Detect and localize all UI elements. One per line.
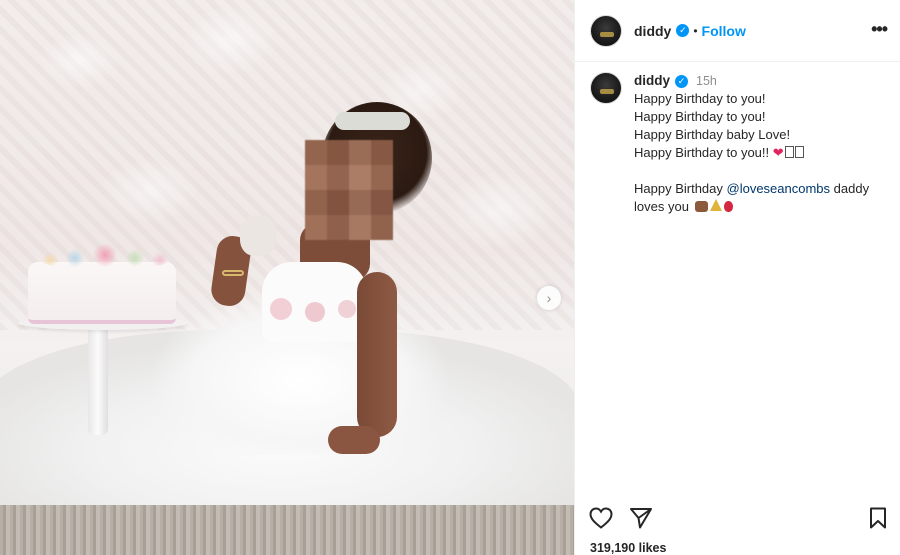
dress-flower [305,302,325,322]
caption-header: diddy ✓ 15h [634,72,869,90]
post-header: diddy ✓ • Follow ••• [575,0,900,62]
like-count[interactable]: 319,190 likes [590,541,666,555]
more-options-icon[interactable]: ••• [871,20,888,38]
child-hand [328,426,380,454]
author-username[interactable]: diddy [634,23,671,39]
mention-link[interactable]: @loveseancombs [727,181,831,196]
party-popper-emoji-icon [709,199,722,211]
headband [335,112,410,130]
caption-text: daddy [830,181,870,196]
caption-line: Happy Birthday baby Love! [634,127,791,142]
follow-button[interactable]: Follow [702,23,746,39]
blurred-face [305,140,393,240]
cake-emoji-icon [694,201,708,212]
chevron-right-icon: › [546,290,552,306]
caption-line-emoji: loves you [634,198,869,216]
child-right-arm [357,272,397,437]
caption-line-with-emoji: Happy Birthday to you!! ❤ [634,144,869,162]
cake-in-hand [240,216,276,256]
dress-flower [338,300,356,318]
balloon-emoji-icon [723,201,733,212]
avatar[interactable] [590,14,622,47]
post-sidebar: diddy ✓ • Follow ••• diddy ✓ 15h Happy B… [574,0,900,555]
floor [0,505,574,555]
verified-badge-icon: ✓ [675,74,688,88]
share-icon[interactable] [628,505,654,531]
caption-line: Happy Birthday to you!! [634,145,770,160]
red-heart-emoji-icon: ❤ [772,145,784,160]
post-image[interactable]: › [0,0,574,555]
bracelet [222,270,244,276]
action-bar [575,505,900,535]
caption: diddy ✓ 15h Happy Birthday to you! Happy… [590,72,890,216]
avatar[interactable] [590,72,622,104]
caption-line: Happy Birthday to you! [634,91,766,106]
post-timestamp[interactable]: 15h [696,72,717,90]
heart-icon[interactable] [588,505,614,531]
dress-flower [270,298,292,320]
caption-line: Happy Birthday to you! [634,109,766,124]
caption-text: Happy Birthday [634,181,727,196]
caption-body: diddy ✓ 15h Happy Birthday to you! Happy… [634,72,869,216]
bookmark-icon[interactable] [865,505,891,531]
missing-glyph-icon [784,146,794,158]
caption-text: loves you [634,199,689,214]
separator: • [693,23,698,38]
cake-frosting [30,240,180,270]
missing-glyph-icon [794,146,804,158]
caption-line-mention: Happy Birthday @loveseancombs daddy [634,180,869,198]
caption-username[interactable]: diddy [634,72,670,90]
next-image-button[interactable]: › [537,286,561,310]
verified-badge-icon: ✓ [676,24,690,37]
cake-stand [88,325,108,435]
